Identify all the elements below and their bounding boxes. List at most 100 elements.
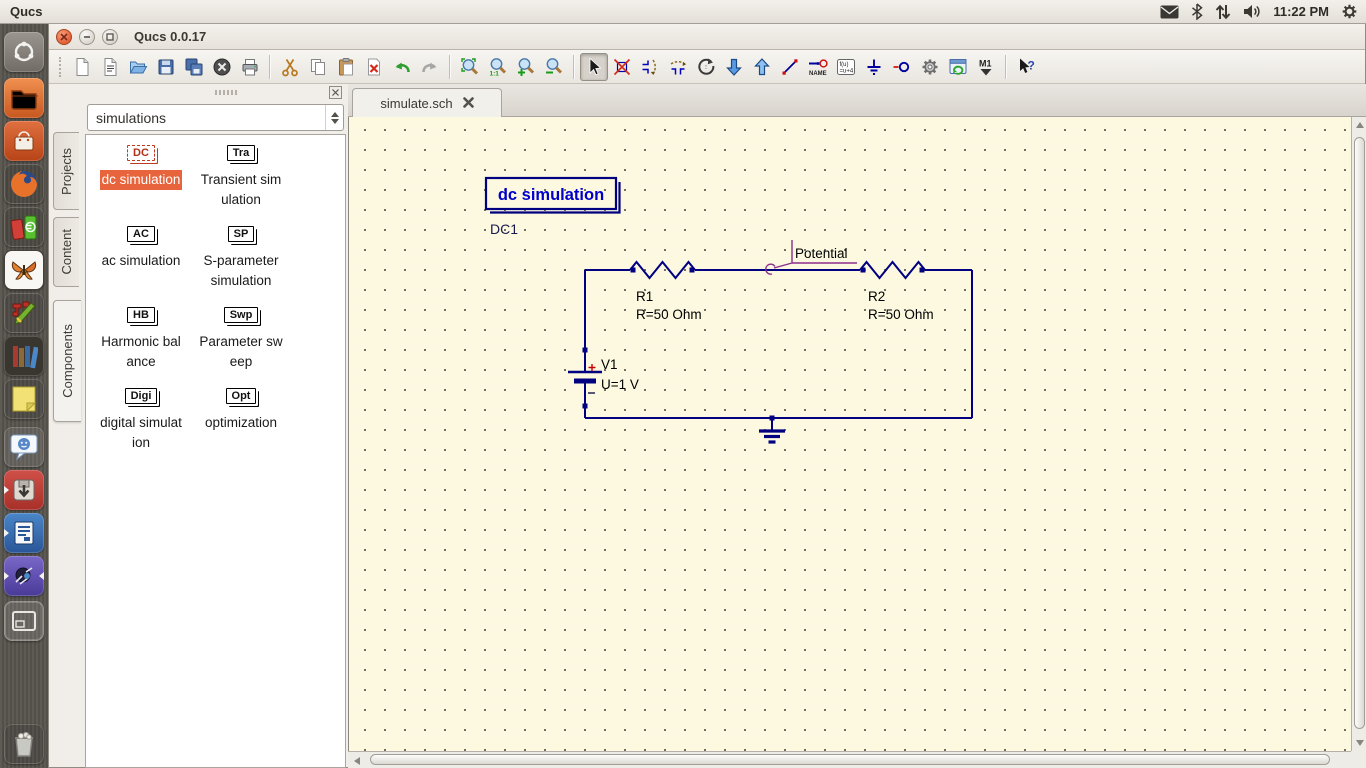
- toolbar-new-button[interactable]: [68, 53, 96, 81]
- toolbar-open-button[interactable]: [124, 53, 152, 81]
- svg-text:f(u): f(u): [840, 62, 849, 68]
- vertical-scrollbar[interactable]: [1351, 117, 1366, 751]
- sticky-notes-icon[interactable]: [4, 379, 44, 419]
- ebook-library-icon[interactable]: [4, 336, 44, 376]
- toolbar-cut-button[interactable]: [276, 53, 304, 81]
- toolbar-whats-this-button[interactable]: ?: [1012, 53, 1040, 81]
- component-item-ac-simulation[interactable]: AC ac simulation: [90, 226, 192, 271]
- toolbar-zoom-fit-button[interactable]: [456, 53, 484, 81]
- toolbar-close-document-button[interactable]: [208, 53, 236, 81]
- currency-app-icon[interactable]: [4, 207, 44, 247]
- panel-clock[interactable]: 11:22 PM: [1273, 4, 1329, 19]
- component-icon: AC: [127, 226, 155, 242]
- package-installer-icon[interactable]: [4, 470, 44, 510]
- tab-close-icon[interactable]: [463, 96, 474, 111]
- svg-text:?: ?: [1028, 58, 1035, 72]
- sidebar-tab-content[interactable]: Content: [53, 217, 79, 287]
- vertical-scroll-thumb[interactable]: [1354, 137, 1365, 729]
- toolbar-zoom-in-button[interactable]: [512, 53, 540, 81]
- trash-icon[interactable]: [4, 724, 44, 764]
- session-gear-icon[interactable]: [1341, 3, 1358, 20]
- component-item-digital-simulation[interactable]: Digi digital simulat ion: [90, 388, 192, 452]
- office-document-icon[interactable]: [4, 513, 44, 553]
- dropdown-spin-arrows-icon[interactable]: [325, 105, 343, 130]
- mail-icon[interactable]: [1160, 5, 1179, 19]
- voltage-source-V1[interactable]: V1 U=1 V: [568, 357, 639, 393]
- window-maximize-button[interactable]: [102, 29, 118, 45]
- software-center-bag-icon[interactable]: [4, 121, 44, 161]
- toolbar-insert-equation-button[interactable]: f(u)=u+4: [832, 53, 860, 81]
- network-arrows-icon[interactable]: [1215, 4, 1231, 20]
- document-tabbar: simulate.sch: [348, 84, 1366, 117]
- scroll-left-icon[interactable]: [354, 757, 360, 765]
- desktop: Qucs 11:22 PM: [0, 0, 1366, 768]
- dock-header: [83, 84, 346, 102]
- toolbar-push-into-subcircuit-button[interactable]: [720, 53, 748, 81]
- schematic-canvas[interactable]: dc simulation DC1 R1 R=50 Ohm: [348, 117, 1351, 751]
- component-category-dropdown[interactable]: simulations: [87, 104, 344, 131]
- component-item-dc-simulation[interactable]: DC dc simulation: [90, 145, 192, 190]
- dock-close-button[interactable]: [329, 86, 342, 99]
- firefox-icon[interactable]: [4, 164, 44, 204]
- image-viewer-butterfly-icon[interactable]: [4, 250, 44, 290]
- toolbar-rotate-button[interactable]: [692, 53, 720, 81]
- toolbar-pop-out-button[interactable]: [748, 53, 776, 81]
- toolbar-insert-marker-button[interactable]: M1: [972, 53, 1000, 81]
- component-item-parameter-sweep[interactable]: Swp Parameter sw eep: [190, 307, 292, 371]
- window-close-button[interactable]: [56, 29, 72, 45]
- toolbar-insert-port-button[interactable]: [888, 53, 916, 81]
- toolbar-simulate-gear-button[interactable]: [916, 53, 944, 81]
- svg-text:R2: R2: [868, 289, 885, 304]
- document-tab-simulate-sch[interactable]: simulate.sch: [352, 88, 502, 117]
- horizontal-scroll-thumb[interactable]: [370, 754, 1330, 765]
- toolbar-insert-wire-button[interactable]: [776, 53, 804, 81]
- component-item-optimization[interactable]: Opt optimization: [190, 388, 292, 433]
- toolbar-zoom-1-1-button[interactable]: 1:1: [484, 53, 512, 81]
- toolbar-insert-ground-button[interactable]: [860, 53, 888, 81]
- component-item-harmonic-balance[interactable]: HB Harmonic bal ance: [90, 307, 192, 371]
- toolbar-paste-button[interactable]: [332, 53, 360, 81]
- toolbar-mirror-y-axis-button[interactable]: [664, 53, 692, 81]
- toolbar-zoom-out-button[interactable]: [540, 53, 568, 81]
- toolbar-delete-button[interactable]: [360, 53, 388, 81]
- ground-symbol[interactable]: [759, 418, 785, 442]
- toolbar-handle[interactable]: [59, 57, 64, 77]
- panel-app-menu[interactable]: Qucs: [0, 4, 43, 19]
- toolbar-save-button[interactable]: [152, 53, 180, 81]
- toolbar-print-button[interactable]: [236, 53, 264, 81]
- component-item-transient-simulation[interactable]: Tra Transient sim ulation: [190, 145, 292, 209]
- qucs-active-icon[interactable]: [4, 556, 44, 596]
- toolbar-select-button[interactable]: [580, 53, 608, 81]
- component-label: Parameter sw eep: [199, 332, 282, 371]
- component-item-s-parameter-simulation[interactable]: SP S-parameter simulation: [190, 226, 292, 290]
- toolbar-redo-button[interactable]: [416, 53, 444, 81]
- window-titlebar[interactable]: Qucs 0.0.17: [49, 24, 1365, 50]
- toolbar-save-all-button[interactable]: [180, 53, 208, 81]
- horizontal-scrollbar[interactable]: [348, 751, 1351, 768]
- toolbar-view-data-display-button[interactable]: [944, 53, 972, 81]
- volume-icon[interactable]: [1243, 4, 1261, 19]
- toolbar-copy-button[interactable]: [304, 53, 332, 81]
- toolbar-undo-button[interactable]: [388, 53, 416, 81]
- ubuntu-dash-icon[interactable]: [4, 32, 44, 72]
- dc-simulation-block[interactable]: dc simulation DC1: [486, 178, 620, 237]
- scrollbar-corner: [1351, 751, 1366, 768]
- workspace-window-icon[interactable]: [4, 601, 44, 641]
- toolbar-insert-wire-label-button[interactable]: NAME: [804, 53, 832, 81]
- messenger-icon[interactable]: [4, 427, 44, 467]
- sidebar-tab-projects[interactable]: Projects: [53, 132, 79, 210]
- toolbar-mirror-x-axis-button[interactable]: [636, 53, 664, 81]
- running-indicator: [4, 529, 9, 537]
- scroll-up-icon[interactable]: [1356, 122, 1364, 128]
- scroll-down-icon[interactable]: [1356, 740, 1364, 746]
- window-minimize-button[interactable]: [79, 29, 95, 45]
- sidebar-tab-components[interactable]: Components: [53, 300, 81, 422]
- bluetooth-icon[interactable]: [1191, 3, 1203, 20]
- files-folder-icon[interactable]: [4, 78, 44, 118]
- vector-editor-pen-icon[interactable]: [4, 293, 44, 333]
- unity-launcher: [0, 24, 48, 768]
- component-label: optimization: [205, 413, 277, 433]
- toolbar-deactivate-button[interactable]: [608, 53, 636, 81]
- toolbar-new-text-button[interactable]: [96, 53, 124, 81]
- dock-drag-handle[interactable]: [215, 90, 237, 95]
